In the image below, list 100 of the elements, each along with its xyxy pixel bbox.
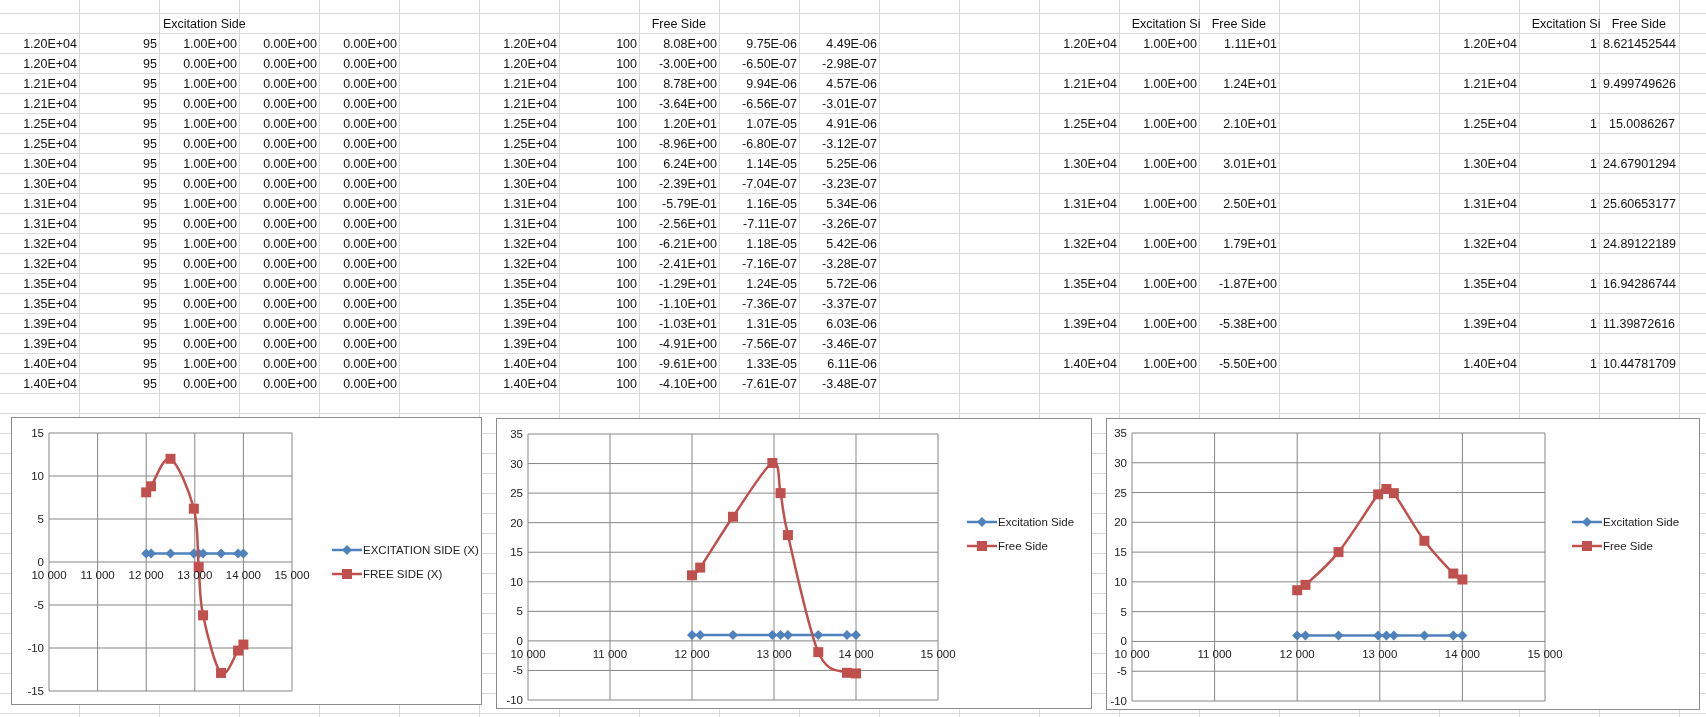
table-cell: 0.00E+00 [263,336,317,352]
axis-tick-label: 25 [1114,486,1127,499]
axis-tick-label: -5 [512,664,523,677]
axis-tick-label: -5 [1116,665,1127,678]
table-cell: 1.18E-05 [746,236,797,252]
table-cell: 0.00E+00 [263,176,317,192]
table-cell: 1.31E+04 [1063,196,1117,212]
table-cell: 0.00E+00 [343,176,397,192]
data-marker [695,562,706,573]
axis-tick-label: 13 000 [756,647,792,660]
axis-tick-label: 10 [1114,575,1127,588]
table-cell: 1.00E+00 [1143,316,1197,332]
table-cell: 1.00E+00 [183,36,237,52]
data-marker [1419,630,1430,641]
table-cell: 1.39E+04 [23,336,77,352]
table-cell: 1.07E-05 [746,116,797,132]
table-cell: -5.38E+00 [1218,316,1277,332]
data-marker [842,667,852,678]
data-marker [687,570,697,581]
table-cell: 0.00E+00 [263,296,317,312]
table-cell: -1.10E+01 [658,296,717,312]
table-cell: 100 [616,96,637,112]
table-cell: -6.50E-07 [742,56,797,72]
data-marker [1381,484,1392,494]
data-marker [775,488,786,499]
table-cell: 1.00E+00 [183,236,237,252]
legend-key-icon [967,541,997,551]
table-cell: 0.00E+00 [263,36,317,52]
table-cell: -7.04E-07 [742,176,797,192]
table-cell: 1.20E+04 [1463,36,1517,52]
chart-area[interactable]: -10 -5 0 5 10 15 20 25 30 35 10 000 11 000 12 000 13 000 14 000 15 000 Excitation Side Free Side [496,418,1092,709]
table-cell: 0.00E+00 [343,36,397,52]
table-cell: 1.79E+01 [1223,236,1277,252]
table-cell: 100 [616,176,637,192]
table-cell: 1.39E+04 [1063,316,1117,332]
table-cell: 95 [143,276,157,292]
axis-tick-label: 12 000 [1279,648,1315,661]
axis-tick-label: 14 000 [838,647,874,660]
table-cell: 95 [143,156,157,172]
table-cell: 0.00E+00 [343,76,397,92]
table-cell: 1.35E+04 [23,276,77,292]
table-cell: 95 [143,76,157,92]
table-cell: 0.00E+00 [183,136,237,152]
table-cell: -5.79E-01 [662,196,717,212]
table-cell: -3.37E-07 [822,296,877,312]
table-cell: 1.00E+00 [183,196,237,212]
table-cell: 1.32E+04 [1463,236,1517,252]
table-cell: 2.10E+01 [1223,116,1277,132]
table-cell: 25.60653177 [1603,196,1676,212]
table-cell: 95 [143,356,157,372]
data-marker [188,503,199,514]
chart-area[interactable]: -10 -5 0 5 10 15 20 25 30 35 10 000 11 000 12 000 13 000 14 000 15 000 Excitation Side Free Side [1106,418,1700,710]
table-cell: 1.21E+04 [503,96,557,112]
column-header: Free Side [651,16,706,32]
legend-label: Excitation Side [998,516,1075,528]
table-cell: 0.00E+00 [343,316,397,332]
table-cell: 95 [143,56,157,72]
table-cell: 0.00E+00 [343,96,397,112]
data-marker [1333,547,1344,558]
axis-tick-label: 12 000 [128,569,164,581]
table-cell: -6.56E-07 [742,96,797,112]
legend-label: Free Side [998,540,1048,552]
table-cell: 0.00E+00 [263,216,317,232]
table-cell: 1.11E+01 [1224,36,1277,52]
table-cell: 100 [616,316,637,332]
legend-label: Free Side [1603,540,1653,552]
axis-tick-label: 15 [1114,546,1127,559]
table-cell: 9.75E-06 [746,36,797,52]
data-marker [782,530,793,541]
data-marker [238,548,249,559]
table-cell: 11.39872616 [1603,316,1676,332]
table-cell: 1.32E+04 [1063,236,1117,252]
table-cell: 1.25E+04 [503,136,557,152]
table-cell: 1.40E+04 [23,376,77,392]
table-cell: 0.00E+00 [343,376,397,392]
table-cell: 100 [616,56,637,72]
table-cell: 1.30E+04 [23,176,77,192]
axis-tick-label: 35 [1114,427,1127,439]
table-cell: 95 [143,136,157,152]
legend-key-icon [332,569,362,579]
table-cell: 1.32E+04 [503,236,557,252]
table-cell: 100 [616,136,637,152]
data-marker [146,548,157,559]
table-cell: 4.57E-06 [826,76,877,92]
table-cell: 0.00E+00 [263,76,317,92]
table-cell: 0.00E+00 [183,216,237,232]
axis-tick-label: 0 [1120,635,1127,648]
table-cell: 1.40E+04 [23,356,77,372]
axis-tick-label: 20 [510,516,523,529]
data-marker [1300,579,1311,590]
axis-tick-label: 15 000 [920,647,956,660]
table-cell: 1.40E+04 [1063,356,1117,372]
data-marker [1292,585,1303,596]
table-cell: -2.39E+01 [658,176,717,192]
table-cell: -7.61E-07 [742,376,797,392]
column-header: Free Side [1211,16,1266,32]
axis-tick-label: 0 [516,634,523,647]
table-cell: -2.56E+01 [658,216,717,232]
axis-tick-label: 15 [510,546,523,559]
table-cell: 1 [1590,356,1597,372]
